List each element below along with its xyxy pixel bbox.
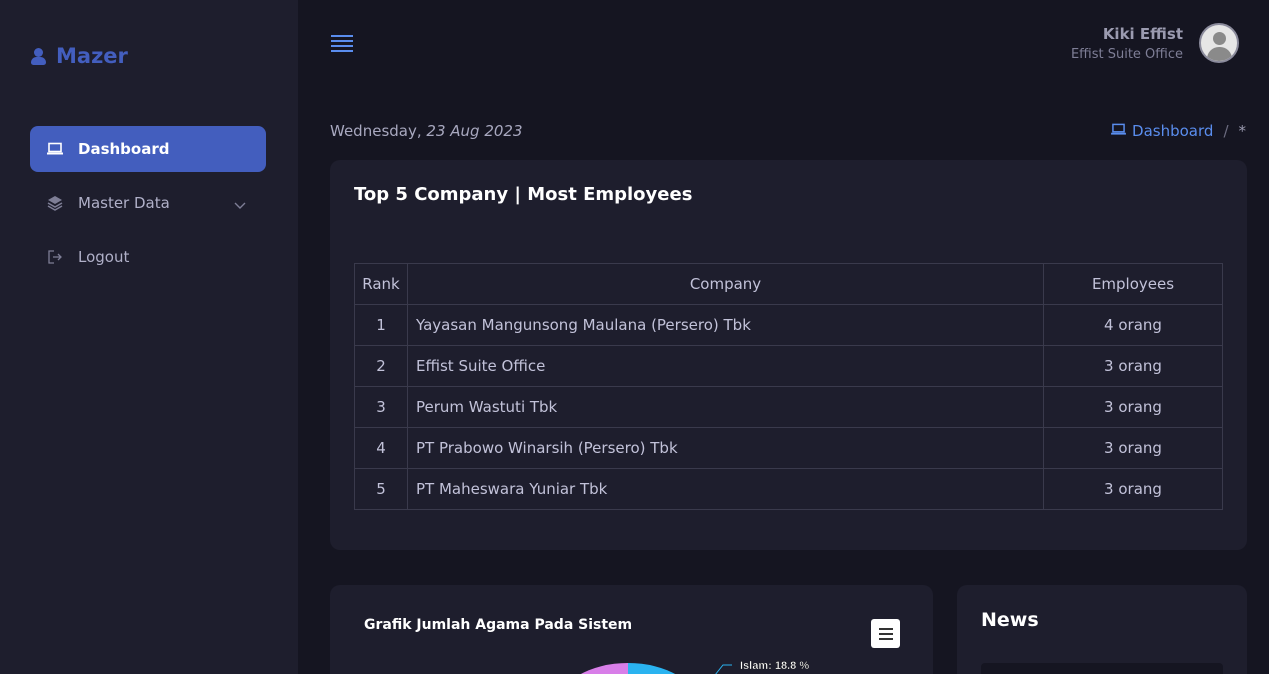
- pie-label-islam: Islam: 18.8 %: [740, 660, 809, 672]
- cell-rank: 2: [354, 345, 408, 387]
- sidebar-item-label: Dashboard: [78, 140, 170, 158]
- date-value: 23 Aug 2023: [426, 122, 523, 140]
- user-info: Kiki Effist Effist Suite Office: [1071, 25, 1183, 62]
- sidebar: Mazer Dashboard Master Data Logout: [0, 0, 298, 674]
- news-title: News: [981, 609, 1039, 631]
- brand-name: Mazer: [56, 44, 128, 68]
- cell-rank: 4: [354, 427, 408, 469]
- religion-pie-chart: Islam: 18.8 %: [580, 660, 809, 674]
- laptop-icon: [1111, 122, 1126, 140]
- cell-rank: 5: [354, 468, 408, 510]
- cell-company: Yayasan Mangunsong Maulana (Persero) Tbk: [407, 304, 1044, 346]
- table-row: 5 PT Maheswara Yuniar Tbk 3 orang: [354, 468, 1223, 510]
- user-menu[interactable]: Kiki Effist Effist Suite Office: [1071, 23, 1239, 63]
- cell-company: Perum Wastuti Tbk: [407, 386, 1044, 428]
- religion-chart-card: Grafik Jumlah Agama Pada Sistem Islam: 1…: [330, 585, 933, 674]
- sidebar-item-label: Master Data: [78, 194, 170, 212]
- cell-rank: 1: [354, 304, 408, 346]
- laptop-icon: [46, 140, 64, 158]
- sidebar-item-label: Logout: [78, 248, 130, 266]
- date-day: Wednesday,: [330, 122, 422, 140]
- cell-employees: 3 orang: [1043, 345, 1223, 387]
- breadcrumb-link-dashboard[interactable]: Dashboard: [1111, 122, 1213, 140]
- top-companies-card: Top 5 Company | Most Employees Rank Comp…: [330, 160, 1247, 550]
- breadcrumb-separator: /: [1223, 122, 1229, 140]
- cell-company: PT Maheswara Yuniar Tbk: [407, 468, 1044, 510]
- table-row: 4 PT Prabowo Winarsih (Persero) Tbk 3 or…: [354, 427, 1223, 469]
- card-title: Top 5 Company | Most Employees: [354, 184, 693, 205]
- cell-company: Effist Suite Office: [407, 345, 1044, 387]
- top-companies-table: Rank Company Employees 1 Yayasan Manguns…: [354, 263, 1223, 510]
- table-row: 1 Yayasan Mangunsong Maulana (Persero) T…: [354, 304, 1223, 346]
- user-name: Kiki Effist: [1102, 24, 1183, 43]
- user-icon: [30, 46, 48, 66]
- breadcrumb-link-label: Dashboard: [1132, 122, 1214, 140]
- table-row: 3 Perum Wastuti Tbk 3 orang: [354, 386, 1223, 428]
- menu-toggle-icon[interactable]: [331, 35, 353, 55]
- cell-company: PT Prabowo Winarsih (Persero) Tbk: [407, 427, 1044, 469]
- cell-rank: 3: [354, 386, 408, 428]
- user-org: Effist Suite Office: [1070, 46, 1183, 62]
- avatar[interactable]: [1199, 23, 1239, 63]
- col-header-employees: Employees: [1043, 263, 1223, 305]
- cell-employees: 3 orang: [1043, 386, 1223, 428]
- pie-label-connector: [715, 664, 732, 674]
- col-header-rank: Rank: [354, 263, 408, 305]
- sidebar-item-master-data[interactable]: Master Data: [30, 180, 266, 226]
- cell-employees: 3 orang: [1043, 427, 1223, 469]
- news-card: News: [957, 585, 1247, 674]
- chevron-down-icon: [234, 195, 246, 214]
- news-item[interactable]: [981, 663, 1223, 674]
- sidebar-item-logout[interactable]: Logout: [30, 234, 266, 280]
- current-date: Wednesday, 23 Aug 2023: [330, 122, 523, 140]
- sidebar-item-dashboard[interactable]: Dashboard: [30, 126, 266, 172]
- cell-employees: 4 orang: [1043, 304, 1223, 346]
- brand-logo[interactable]: Mazer: [30, 44, 128, 68]
- table-header-row: Rank Company Employees: [354, 263, 1223, 305]
- logout-icon: [46, 248, 64, 266]
- pie-slice-blue: [628, 663, 676, 674]
- sidebar-menu: Dashboard Master Data Logout: [30, 126, 266, 288]
- col-header-company: Company: [407, 263, 1044, 305]
- layers-icon: [46, 194, 64, 212]
- breadcrumb-current: *: [1238, 122, 1247, 140]
- table-row: 2 Effist Suite Office 3 orang: [354, 345, 1223, 387]
- breadcrumb: Dashboard / *: [1111, 122, 1246, 140]
- pie-slice-pink: [580, 663, 628, 674]
- cell-employees: 3 orang: [1043, 468, 1223, 510]
